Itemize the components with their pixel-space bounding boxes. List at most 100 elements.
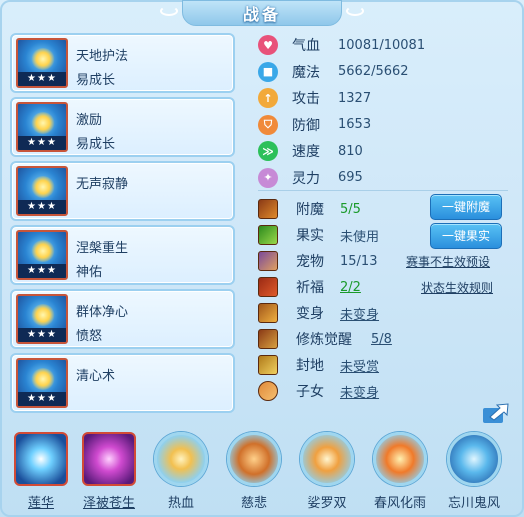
gear-label: 修炼觉醒 [296, 332, 352, 348]
skill-card[interactable]: ★★★ 清心术 [10, 353, 235, 413]
bottom-skill[interactable]: 忘川鬼风 [443, 432, 505, 511]
skill-name: 激励 [76, 113, 103, 128]
bottom-skill[interactable]: 莲华 [10, 432, 72, 511]
stat-label: 攻击 [292, 91, 320, 108]
gear-label: 附魔 [296, 202, 324, 218]
mercy-icon [227, 432, 281, 486]
speed-icon: ≫ [258, 141, 278, 162]
skill-name: 群体净心 [76, 305, 129, 320]
skill-list: ★★★ 天地护法 易成长 ★★★ 激励 易成长 ★★★ 无声寂静 ★★★ 涅槃重… [10, 33, 235, 417]
stat-value: 695 [338, 170, 363, 186]
transform-icon [258, 303, 278, 323]
skill-sub: 愤怒 [76, 329, 103, 344]
row-pray: 祈福 2/2 状态生效规则 [258, 274, 518, 300]
divider [258, 190, 508, 191]
stat-row-def: ⛉ 防御 1653 [258, 112, 518, 139]
row-transform: 变身 未变身 [258, 300, 518, 326]
gear-value[interactable]: 未受赏 [340, 356, 379, 375]
skill-card[interactable]: ★★★ 激励 易成长 [10, 97, 235, 157]
stat-label: 防御 [292, 117, 320, 134]
stat-row-hp: ♥ 气血 10081/10081 [258, 32, 518, 59]
passion-icon [154, 432, 208, 486]
skill-card[interactable]: ★★★ 涅槃重生 神佑 [10, 225, 235, 285]
bottom-skill[interactable]: 娑罗双 [296, 432, 358, 511]
gear-value[interactable]: 未变身 [340, 304, 379, 323]
bottom-skill-label: 莲华 [27, 496, 54, 511]
fruit-icon [258, 225, 278, 245]
skill-stars: ★★★ [18, 136, 66, 150]
page-title: 战备 [242, 5, 281, 24]
skill-sub: 神佑 [76, 265, 103, 280]
skill-card[interactable]: ★★★ 群体净心 愤怒 [10, 289, 235, 349]
skill-name: 涅槃重生 [76, 241, 129, 256]
skill-sub: 易成长 [76, 137, 116, 152]
skill-icon: ★★★ [16, 166, 68, 216]
one-click-enchant-button[interactable]: 一键附魔 [430, 194, 502, 220]
stat-row-spd: ≫ 速度 810 [258, 138, 518, 165]
rules-link[interactable]: 状态生效规则 [421, 279, 493, 296]
preset-link[interactable]: 赛事不生效预设 [406, 253, 490, 270]
gear-label: 宠物 [296, 254, 324, 270]
stat-value: 1653 [338, 117, 372, 133]
stat-value: 1327 [338, 90, 372, 106]
skill-icon: ★★★ [16, 294, 68, 344]
gear-value[interactable]: 未变身 [340, 382, 379, 401]
mana-icon: ■ [258, 61, 278, 82]
cultivation-icon [258, 329, 278, 349]
bottom-skill-label: 泽被苍生 [82, 496, 135, 511]
enchant-icon [258, 199, 278, 219]
stats-panel: ♥ 气血 10081/10081 ■ 魔法 5662/5662 ↑ 攻击 132… [258, 32, 518, 191]
skill-card[interactable]: ★★★ 无声寂静 [10, 161, 235, 221]
bottom-skill[interactable]: 春风化雨 [369, 432, 431, 511]
sala-icon [300, 432, 354, 486]
gear-value: 15/13 [340, 253, 378, 269]
bottom-skill-label: 慈悲 [240, 496, 267, 511]
child-icon [258, 381, 278, 401]
stat-value: 5662/5662 [338, 64, 409, 80]
row-pet: 宠物 15/13 赛事不生效预设 [258, 248, 518, 274]
gear-value: 5/5 [340, 201, 361, 217]
stat-row-atk: ↑ 攻击 1327 [258, 85, 518, 112]
gear-value: 未使用 [340, 229, 380, 245]
one-click-fruit-button[interactable]: 一键果实 [430, 223, 502, 249]
share-icon[interactable] [482, 402, 510, 424]
bottom-skill[interactable]: 泽被苍生 [78, 432, 140, 511]
title-bar: 战备 [182, 0, 342, 26]
stat-row-mp: ■ 魔法 5662/5662 [258, 59, 518, 86]
skill-stars: ★★★ [18, 328, 66, 342]
stat-value: 810 [338, 143, 363, 159]
skill-name: 无声寂静 [76, 177, 129, 192]
shield-icon: ⛉ [258, 114, 278, 135]
bottom-skill[interactable]: 热血 [150, 432, 212, 511]
ghost-wind-icon [447, 432, 501, 486]
row-fief: 封地 未受赏 [258, 352, 518, 378]
bottom-skill-label: 热血 [167, 496, 194, 511]
spirit-icon: ✦ [258, 167, 278, 188]
spring-rain-icon [373, 432, 427, 486]
skill-icon: ★★★ [16, 102, 68, 152]
pet-icon [258, 251, 278, 271]
bottom-skill-label: 春风化雨 [373, 496, 426, 511]
skill-stars: ★★★ [18, 72, 66, 86]
skill-stars: ★★★ [18, 264, 66, 278]
gear-label: 变身 [296, 306, 324, 322]
row-children: 子女 未变身 [258, 378, 518, 404]
stat-row-spirit: ✦ 灵力 695 [258, 165, 518, 192]
gear-value[interactable]: 2/2 [340, 280, 361, 295]
stat-label: 魔法 [292, 64, 320, 81]
skill-name: 清心术 [76, 369, 116, 384]
stat-label: 灵力 [292, 170, 320, 187]
bottom-skill-label: 忘川鬼风 [447, 496, 500, 511]
stat-value: 10081/10081 [338, 37, 426, 53]
bottom-skill-bar: 莲华 泽被苍生 热血 慈悲 娑罗双 春风化雨 忘川鬼风 [0, 432, 524, 517]
skill-card[interactable]: ★★★ 天地护法 易成长 [10, 33, 235, 93]
skill-sub: 易成长 [76, 73, 116, 88]
skill-icon: ★★★ [16, 358, 68, 408]
bottom-skill[interactable]: 慈悲 [223, 432, 285, 511]
skill-name: 天地护法 [76, 49, 129, 64]
pray-icon [258, 277, 278, 297]
fief-icon [258, 355, 278, 375]
gear-label: 子女 [296, 384, 324, 400]
heart-icon: ♥ [258, 35, 278, 56]
gear-value[interactable]: 5/8 [371, 332, 392, 347]
